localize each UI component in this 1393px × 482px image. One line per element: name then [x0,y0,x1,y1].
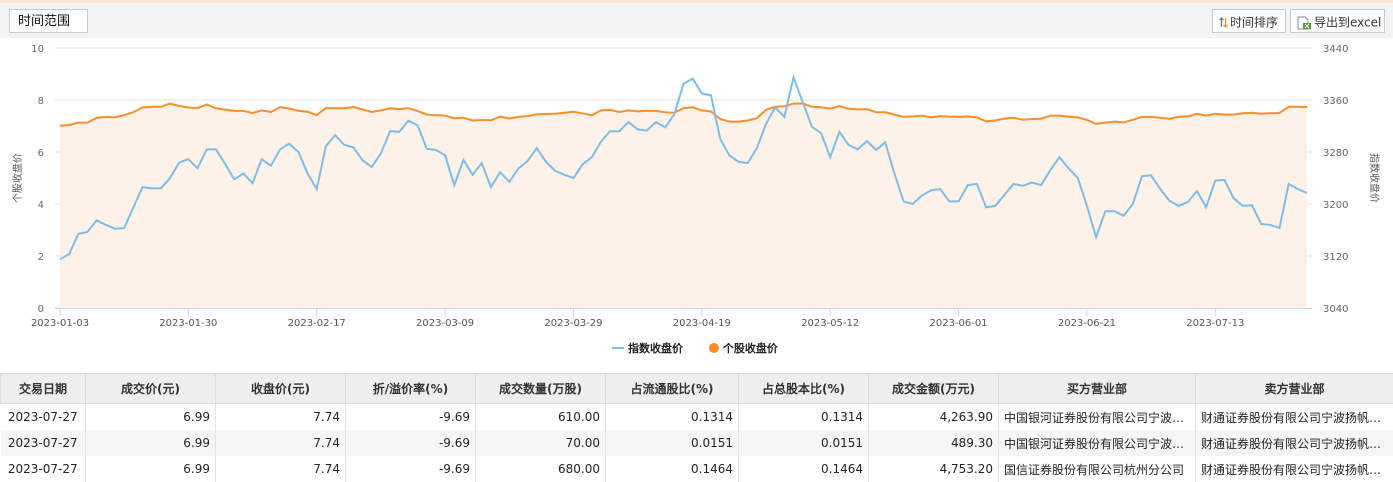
table-cell: 0.0151 [606,430,739,456]
table-row: 2023-07-276.997.74-9.6970.000.01510.0151… [1,430,1393,456]
column-header[interactable]: 交易日期 [1,374,86,404]
column-header[interactable]: 成交金额(万元) [869,374,999,404]
chart-legend: 指数收盘价 个股收盘价 [612,340,778,356]
table-cell: 财通证券股份有限公司宁波扬帆… [1196,430,1393,456]
table-cell: 610.00 [476,404,606,431]
legend-stock-label[interactable]: 个股收盘价 [723,342,778,355]
table-cell: -9.69 [346,456,476,482]
right-tick-label: 3120 [1323,252,1348,263]
table-cell: 7.74 [216,430,346,456]
table-cell: 财通证券股份有限公司宁波扬帆… [1196,404,1393,431]
sort-arrows-icon [1219,17,1228,28]
right-tick-label: 3280 [1323,148,1348,159]
table-cell: 0.1314 [739,404,869,431]
left-axis-title: 个股收盘价 [11,153,24,203]
table-row: 2023-07-276.997.74-9.69610.000.13140.131… [1,404,1393,431]
x-tick-label: 2023-06-21 [1058,318,1116,329]
excel-file-icon [1297,16,1312,30]
table-cell: 6.99 [86,404,216,431]
table-cell: 国信证券股份有限公司杭州分公司 [999,456,1196,482]
column-header[interactable]: 收盘价(元) [216,374,346,404]
column-header[interactable]: 卖方营业部 [1196,374,1393,404]
stock-legend-dot-icon [709,343,719,353]
x-tick-label: 2023-01-30 [159,318,217,329]
right-tick-label: 3040 [1323,304,1348,315]
time-range-label: 时间范围 [18,14,70,29]
table-cell: -9.69 [346,430,476,456]
right-tick-label: 3440 [1323,44,1348,55]
time-range-button[interactable]: 时间范围 [9,9,88,33]
toolbar: 时间范围 时间排序 导出到excel [0,3,1393,38]
table-row: 2023-07-276.997.74-9.69680.000.14640.146… [1,456,1393,482]
right-tick-label: 3360 [1323,96,1348,107]
left-tick-label: 4 [38,200,44,211]
table-cell: 6.99 [86,430,216,456]
table-cell: 2023-07-27 [1,456,86,482]
legend-index-label[interactable]: 指数收盘价 [628,342,683,355]
column-header[interactable]: 成交数量(万股) [476,374,606,404]
table-cell: 6.99 [86,456,216,482]
table-cell: 0.0151 [739,430,869,456]
table-cell: 2023-07-27 [1,404,86,431]
left-tick-label: 10 [31,44,44,55]
table-cell: 0.1464 [739,456,869,482]
table-cell: 财通证券股份有限公司宁波扬帆… [1196,456,1393,482]
x-tick-label: 2023-05-12 [801,318,859,329]
left-tick-label: 2 [38,252,44,263]
right-tick-label: 3200 [1323,200,1348,211]
export-excel-label: 导出到excel [1314,16,1381,30]
x-tick-label: 2023-01-03 [31,318,89,329]
time-sort-button[interactable]: 时间排序 [1212,9,1286,33]
column-header[interactable]: 占流通股比(%) [606,374,739,404]
x-tick-label: 2023-06-01 [930,318,988,329]
column-header[interactable]: 成交价(元) [86,374,216,404]
table-cell: 70.00 [476,430,606,456]
column-header[interactable]: 占总股本比(%) [739,374,869,404]
left-tick-label: 6 [38,148,44,159]
stock-price-area [60,103,1307,308]
price-chart: 0 3040 2 3120 4 3200 6 3280 8 3360 10 3440 2023-01-0… [0,38,1393,338]
left-tick-label: 8 [38,96,44,107]
table-cell: 0.1314 [606,404,739,431]
table-cell: 0.1464 [606,456,739,482]
x-tick-label: 2023-07-13 [1186,318,1244,329]
column-header[interactable]: 买方营业部 [999,374,1196,404]
export-excel-button[interactable]: 导出到excel [1290,9,1385,33]
table-cell: 4,263.90 [869,404,999,431]
index-legend-line-icon [612,347,624,349]
table-cell: -9.69 [346,404,476,431]
column-header[interactable]: 折/溢价率(%) [346,374,476,404]
block-trade-table: 交易日期成交价(元)收盘价(元)折/溢价率(%)成交数量(万股)占流通股比(%)… [0,373,1393,482]
x-tick-label: 2023-03-29 [544,318,602,329]
table-cell: 489.30 [869,430,999,456]
time-sort-label: 时间排序 [1230,16,1278,30]
x-tick-label: 2023-03-09 [416,318,474,329]
table-cell: 中国银河证券股份有限公司宁波… [999,404,1196,431]
table-cell: 中国银河证券股份有限公司宁波… [999,430,1196,456]
table-cell: 7.74 [216,404,346,431]
left-tick-label: 0 [38,304,44,315]
right-axis-title: 指数收盘价 [1368,153,1381,203]
table-cell: 4,753.20 [869,456,999,482]
x-tick-label: 2023-04-19 [673,318,731,329]
table-cell: 680.00 [476,456,606,482]
table-header-row: 交易日期成交价(元)收盘价(元)折/溢价率(%)成交数量(万股)占流通股比(%)… [1,374,1393,404]
x-tick-label: 2023-02-17 [288,318,346,329]
table-cell: 7.74 [216,456,346,482]
table-cell: 2023-07-27 [1,430,86,456]
